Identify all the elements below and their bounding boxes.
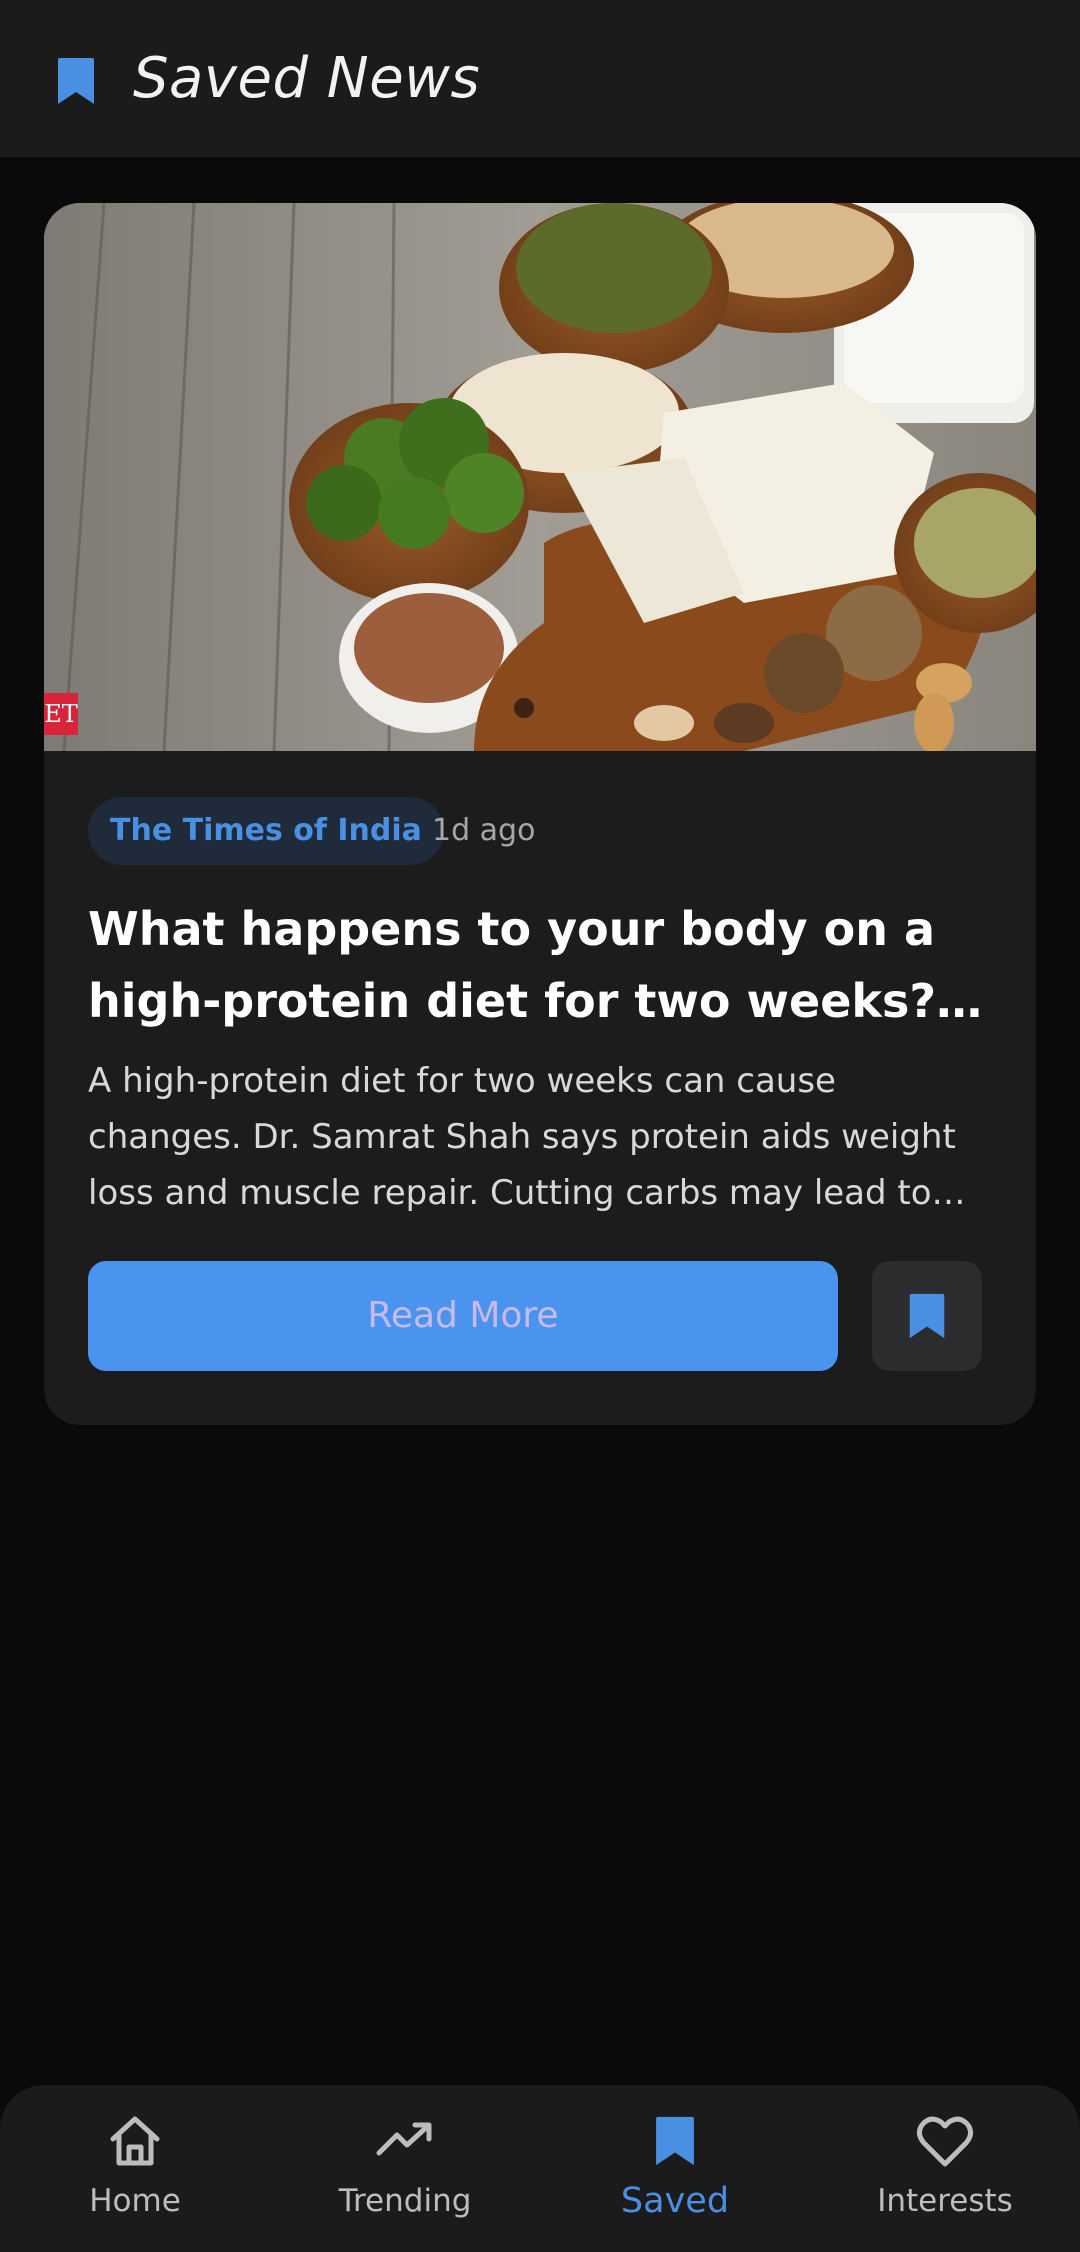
bookmark-filled-icon xyxy=(909,1293,945,1339)
nav-saved[interactable]: Saved xyxy=(540,2085,810,2252)
food-photo xyxy=(44,203,1036,751)
nav-trending-label: Trending xyxy=(338,2183,472,2219)
nav-home[interactable]: Home xyxy=(0,2085,270,2252)
nav-saved-label: Saved xyxy=(620,2181,730,2221)
saved-article-card[interactable]: ET The Times of India 1d ago What happen… xyxy=(44,203,1036,1425)
bookmark-icon xyxy=(58,58,94,104)
home-icon xyxy=(105,2111,165,2171)
published-time: 1d ago xyxy=(432,813,536,848)
source-chip: The Times of India xyxy=(88,797,444,865)
trending-up-icon xyxy=(375,2111,435,2171)
unsave-bookmark-button[interactable] xyxy=(872,1261,982,1371)
app-header: Saved News xyxy=(0,0,1080,157)
page-title: Saved News xyxy=(133,46,481,111)
nav-trending[interactable]: Trending xyxy=(270,2085,540,2252)
heart-icon xyxy=(915,2111,975,2171)
article-summary: A high-protein diet for two weeks can ca… xyxy=(88,1061,956,1213)
read-more-button[interactable]: Read More xyxy=(88,1261,838,1371)
article-headline[interactable]: What happens to your body on a high-prot… xyxy=(88,893,998,1037)
publisher-logo-badge: ET xyxy=(44,693,78,735)
nav-interests-label: Interests xyxy=(877,2183,1013,2219)
nav-interests[interactable]: Interests xyxy=(810,2085,1080,2252)
bottom-navigation: Home Trending Saved Interests xyxy=(0,2085,1080,2252)
article-image[interactable]: ET xyxy=(44,203,1036,751)
bookmark-icon xyxy=(645,2111,705,2171)
nav-home-label: Home xyxy=(89,2183,181,2219)
